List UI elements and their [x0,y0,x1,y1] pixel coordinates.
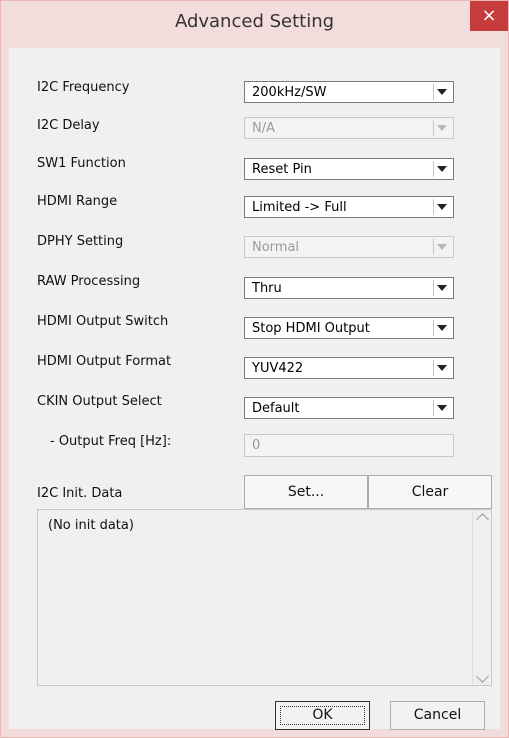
i2c-init-data-label: I2C Init. Data [37,486,123,501]
i2c-init-data-content: (No init data) [48,518,134,533]
chevron-down-icon[interactable] [433,320,450,336]
hdmi-range-select[interactable]: Limited -> Full [244,196,454,218]
chevron-down-icon[interactable] [433,360,450,376]
close-icon: × [481,5,497,26]
window-frame-right [500,48,508,737]
sw1-function-select[interactable]: Reset Pin [244,158,454,180]
window-frame-left [1,48,9,737]
i2c-delay-select: N/A [244,117,454,139]
hdmi-output-format-value: YUV422 [252,361,304,376]
dphy-setting-value: Normal [252,240,300,255]
output-freq-label: - Output Freq [Hz]: [50,434,172,449]
output-freq-value: 0 [252,438,261,453]
chevron-down-icon[interactable] [433,280,450,296]
chevron-down-icon[interactable] [433,400,450,416]
hdmi-output-switch-select[interactable]: Stop HDMI Output [244,317,454,339]
chevron-down-icon [433,239,450,255]
ok-button[interactable]: OK [275,701,370,730]
dialog-title: Advanced Setting [174,11,335,32]
window-frame-bottom [1,729,508,737]
scroll-up-icon[interactable] [473,510,491,528]
close-button[interactable]: × [470,1,508,31]
chevron-down-icon[interactable] [433,84,450,100]
i2c-frequency-select[interactable]: 200kHz/SW [244,81,454,103]
hdmi-output-switch-value: Stop HDMI Output [252,321,370,336]
i2c-frequency-label: I2C Frequency [37,80,130,95]
ckin-output-select-select[interactable]: Default [244,397,454,419]
sw1-function-value: Reset Pin [252,162,312,177]
clear-button[interactable]: Clear [368,475,492,509]
hdmi-output-format-label: HDMI Output Format [37,354,172,369]
dphy-setting-label: DPHY Setting [37,234,124,249]
i2c-delay-value: N/A [252,121,275,136]
advanced-setting-dialog: Advanced Setting × I2C Frequency 200kHz/… [0,0,509,738]
hdmi-range-value: Limited -> Full [252,200,347,215]
cancel-button[interactable]: Cancel [390,701,485,730]
output-freq-field: 0 [244,434,454,457]
i2c-delay-label: I2C Delay [37,118,100,133]
ckin-output-select-value: Default [252,401,300,416]
dphy-setting-select: Normal [244,236,454,258]
sw1-function-label: SW1 Function [37,156,126,171]
i2c-frequency-value: 200kHz/SW [252,85,327,100]
set-button[interactable]: Set... [244,475,368,509]
chevron-down-icon [433,120,450,136]
raw-processing-label: RAW Processing [37,274,141,289]
vertical-scrollbar[interactable] [472,510,491,685]
scroll-down-icon[interactable] [473,667,491,685]
chevron-down-icon[interactable] [433,199,450,215]
title-bar: Advanced Setting × [1,1,508,48]
raw-processing-value: Thru [252,281,282,296]
chevron-down-icon[interactable] [433,161,450,177]
hdmi-output-switch-label: HDMI Output Switch [37,314,169,329]
hdmi-range-label: HDMI Range [37,194,118,209]
hdmi-output-format-select[interactable]: YUV422 [244,357,454,379]
raw-processing-select[interactable]: Thru [244,277,454,299]
ckin-output-select-label: CKIN Output Select [37,394,162,409]
i2c-init-data-textarea[interactable]: (No init data) [37,509,492,686]
